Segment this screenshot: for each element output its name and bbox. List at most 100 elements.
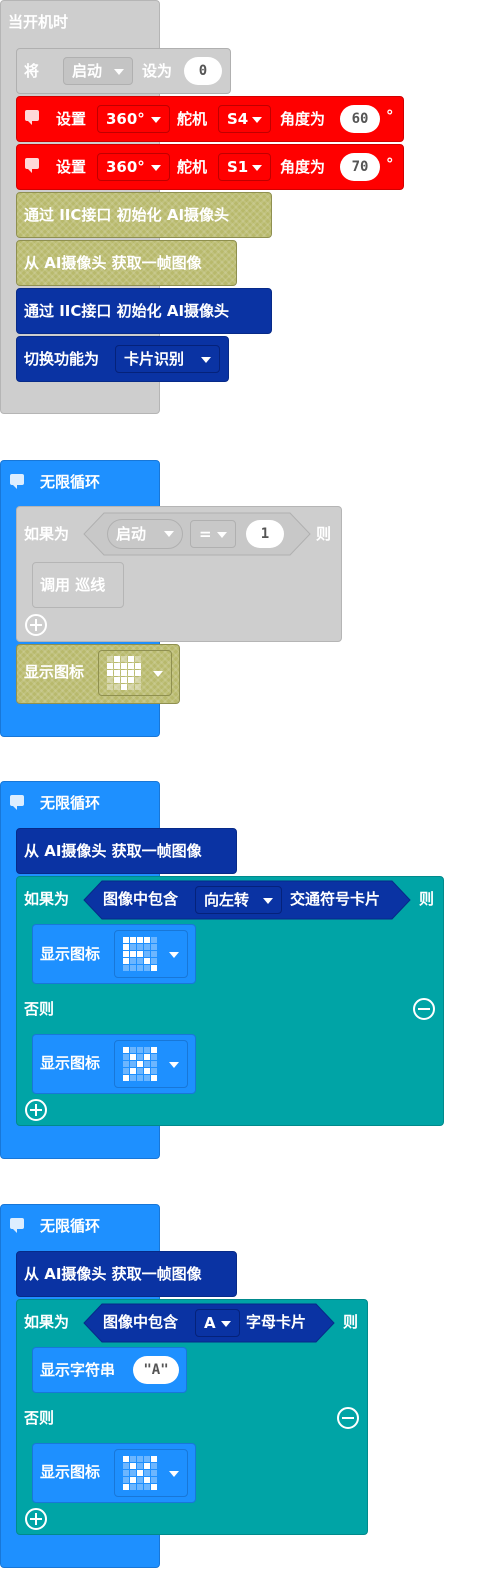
led-pixel (128, 663, 134, 669)
icon-dropdown-3[interactable] (114, 1449, 188, 1497)
led-pixel (123, 958, 129, 964)
led-pixel (144, 1068, 150, 1074)
servo-1-port-dropdown[interactable]: S4 (218, 105, 271, 133)
led-pixel (107, 677, 113, 683)
led-pixel (128, 656, 134, 662)
led-pixel (151, 958, 157, 964)
variable-dropdown[interactable]: 启动 (63, 57, 133, 85)
heart-icon (107, 656, 141, 690)
cond-var-text: 启动 (116, 525, 147, 543)
servo-1-type-dropdown[interactable]: 360° (97, 105, 170, 133)
led-pixel (135, 677, 141, 683)
led-pixel (151, 944, 157, 950)
led-pixel (144, 1061, 150, 1067)
led-pixel (137, 958, 143, 964)
led-pixel (144, 951, 150, 957)
cond-var-dropdown[interactable]: 启动 (107, 519, 183, 549)
led-pixel (137, 937, 143, 943)
servo-2-port-dropdown[interactable]: S1 (218, 153, 271, 181)
led-pixel (128, 670, 134, 676)
led-pixel (123, 944, 129, 950)
led-pixel (130, 1075, 136, 1081)
led-pixel (107, 663, 113, 669)
if-2-label: 如果为 (24, 890, 70, 908)
remove-else-icon[interactable] (413, 998, 435, 1020)
led-pixel (144, 958, 150, 964)
led-pixel (151, 1047, 157, 1053)
led-pixel (144, 937, 150, 943)
show-icon-2a-label: 显示图标 (40, 945, 101, 963)
forever-loop-1-label: 无限循环 (40, 473, 101, 491)
cond-value[interactable]: 1 (246, 520, 284, 548)
cond-op-dropdown[interactable]: = (190, 520, 236, 548)
led-pixel (144, 1477, 150, 1483)
add-else-if-icon[interactable] (25, 1099, 47, 1121)
cond-2-suffix: 交通符号卡片 (290, 890, 381, 908)
chevron-down-icon (153, 671, 163, 677)
comment-icon (25, 158, 39, 173)
led-pixel (130, 1068, 136, 1074)
if-3-then: 则 (343, 1313, 359, 1331)
get-frame-2-label: 从 AI摄像头 获取一帧图像 (24, 842, 202, 860)
led-pixel (151, 965, 157, 971)
icon-dropdown-2a[interactable] (114, 930, 188, 978)
led-pixel (123, 1075, 129, 1081)
if-2-then: 则 (419, 890, 435, 908)
led-pixel (114, 670, 120, 676)
if-1-then: 则 (316, 525, 332, 543)
else-3-label: 否则 (24, 1409, 55, 1427)
show-icon-2b-label: 显示图标 (40, 1054, 101, 1072)
led-pixel (137, 1061, 143, 1067)
led-pixel (130, 1054, 136, 1060)
led-pixel (144, 1054, 150, 1060)
led-pixel (151, 1477, 157, 1483)
add-else-if-icon[interactable] (25, 1508, 47, 1530)
traffic-sign-dropdown-text: 向左转 (204, 891, 250, 909)
servo-2-unit: ° (386, 155, 394, 173)
comment-icon (10, 1218, 24, 1233)
set-variable-prefix: 将 (24, 62, 40, 80)
remove-else-icon[interactable] (337, 1407, 359, 1429)
led-pixel (144, 1047, 150, 1053)
servo-2-type-dropdown[interactable]: 360° (97, 153, 170, 181)
show-icon-disabled-label: 显示图标 (24, 663, 85, 681)
led-pixel (121, 663, 127, 669)
led-pixel (130, 944, 136, 950)
led-pixel (144, 944, 150, 950)
servo-2-port-text: S1 (227, 158, 249, 176)
led-pixel (130, 951, 136, 957)
led-pixel (151, 1484, 157, 1490)
led-pixel (144, 1470, 150, 1476)
led-pixel (123, 1047, 129, 1053)
led-pixel (151, 1075, 157, 1081)
led-pixel (137, 944, 143, 950)
chevron-down-icon (169, 1471, 179, 1477)
led-pixel (151, 1463, 157, 1469)
get-frame-3-label: 从 AI摄像头 获取一帧图像 (24, 1265, 202, 1283)
icon-dropdown-2b[interactable] (114, 1040, 188, 1088)
led-pixel (130, 937, 136, 943)
led-pixel (128, 684, 134, 690)
function-dropdown[interactable]: 卡片识别 (115, 345, 220, 373)
letter-card-dropdown-text: A (204, 1314, 216, 1332)
set-variable-value[interactable]: 0 (184, 57, 222, 85)
led-pixel (130, 1061, 136, 1067)
servo-2-value[interactable]: 70 (340, 153, 380, 181)
on-start-label: 当开机时 (8, 13, 69, 31)
traffic-sign-dropdown[interactable]: 向左转 (195, 886, 282, 914)
forever-loop-3-label: 无限循环 (40, 1217, 101, 1235)
led-pixel (107, 670, 113, 676)
led-pixel (123, 965, 129, 971)
led-pixel (151, 1061, 157, 1067)
led-pixel (151, 951, 157, 957)
servo-1-value[interactable]: 60 (340, 105, 380, 133)
show-string-value[interactable]: "A" (133, 1356, 179, 1384)
led-pixel (137, 1477, 143, 1483)
add-else-icon[interactable] (25, 614, 47, 636)
letter-card-dropdown[interactable]: A (195, 1309, 240, 1337)
led-pixel (123, 1054, 129, 1060)
servo-2-mid1: 舵机 (177, 158, 208, 176)
led-pixel (123, 1061, 129, 1067)
heart-icon-dropdown[interactable] (98, 650, 172, 696)
led-pixel (130, 958, 136, 964)
